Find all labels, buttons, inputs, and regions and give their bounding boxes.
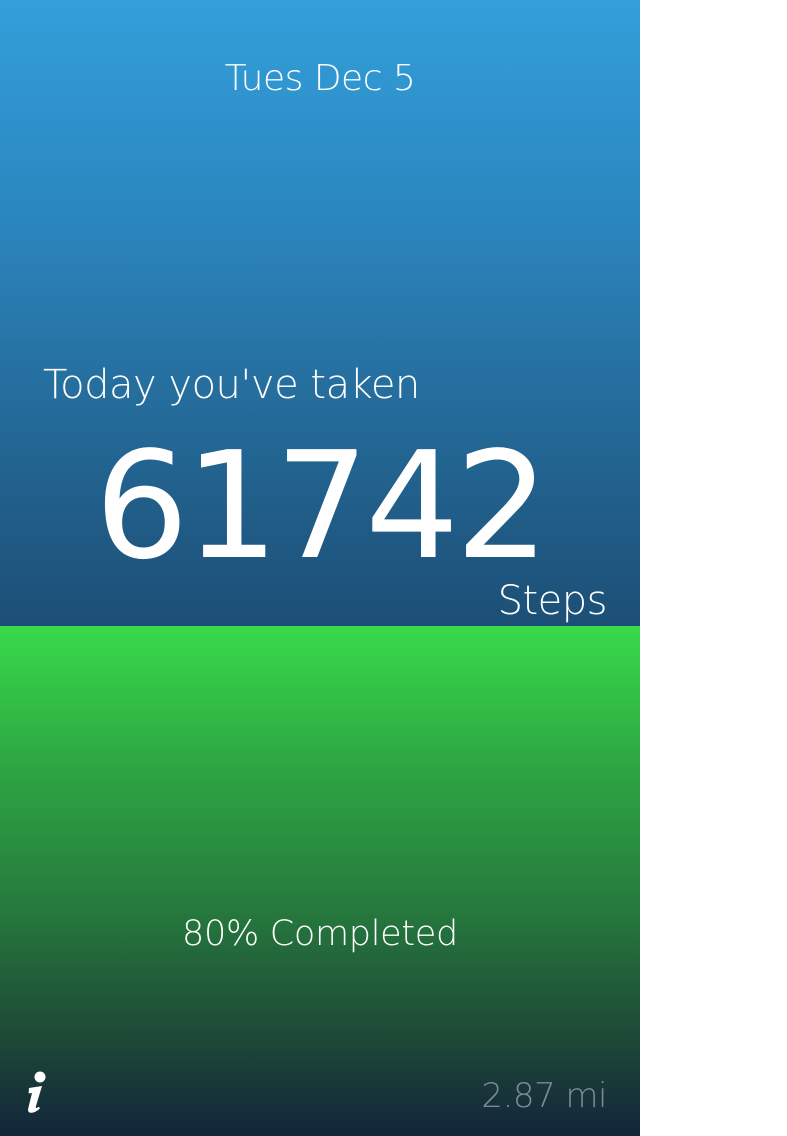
date-label: Tues Dec 5 <box>224 58 416 99</box>
step-count: 61742 <box>94 420 550 592</box>
steps-intro-text: Today you've taken <box>43 362 420 408</box>
steps-unit-label: Steps <box>497 578 608 624</box>
distance-label: 2.87 mi <box>481 1076 607 1116</box>
steps-summary-panel: Tues Dec 5 Today you've taken 61742 Step… <box>0 0 640 626</box>
step-tracker-screen: Tues Dec 5 Today you've taken 61742 Step… <box>0 0 640 1136</box>
info-icon[interactable] <box>20 1070 52 1116</box>
progress-panel: 80% Completed 2.87 mi <box>0 626 640 1136</box>
completion-label: 80% Completed <box>182 914 458 954</box>
